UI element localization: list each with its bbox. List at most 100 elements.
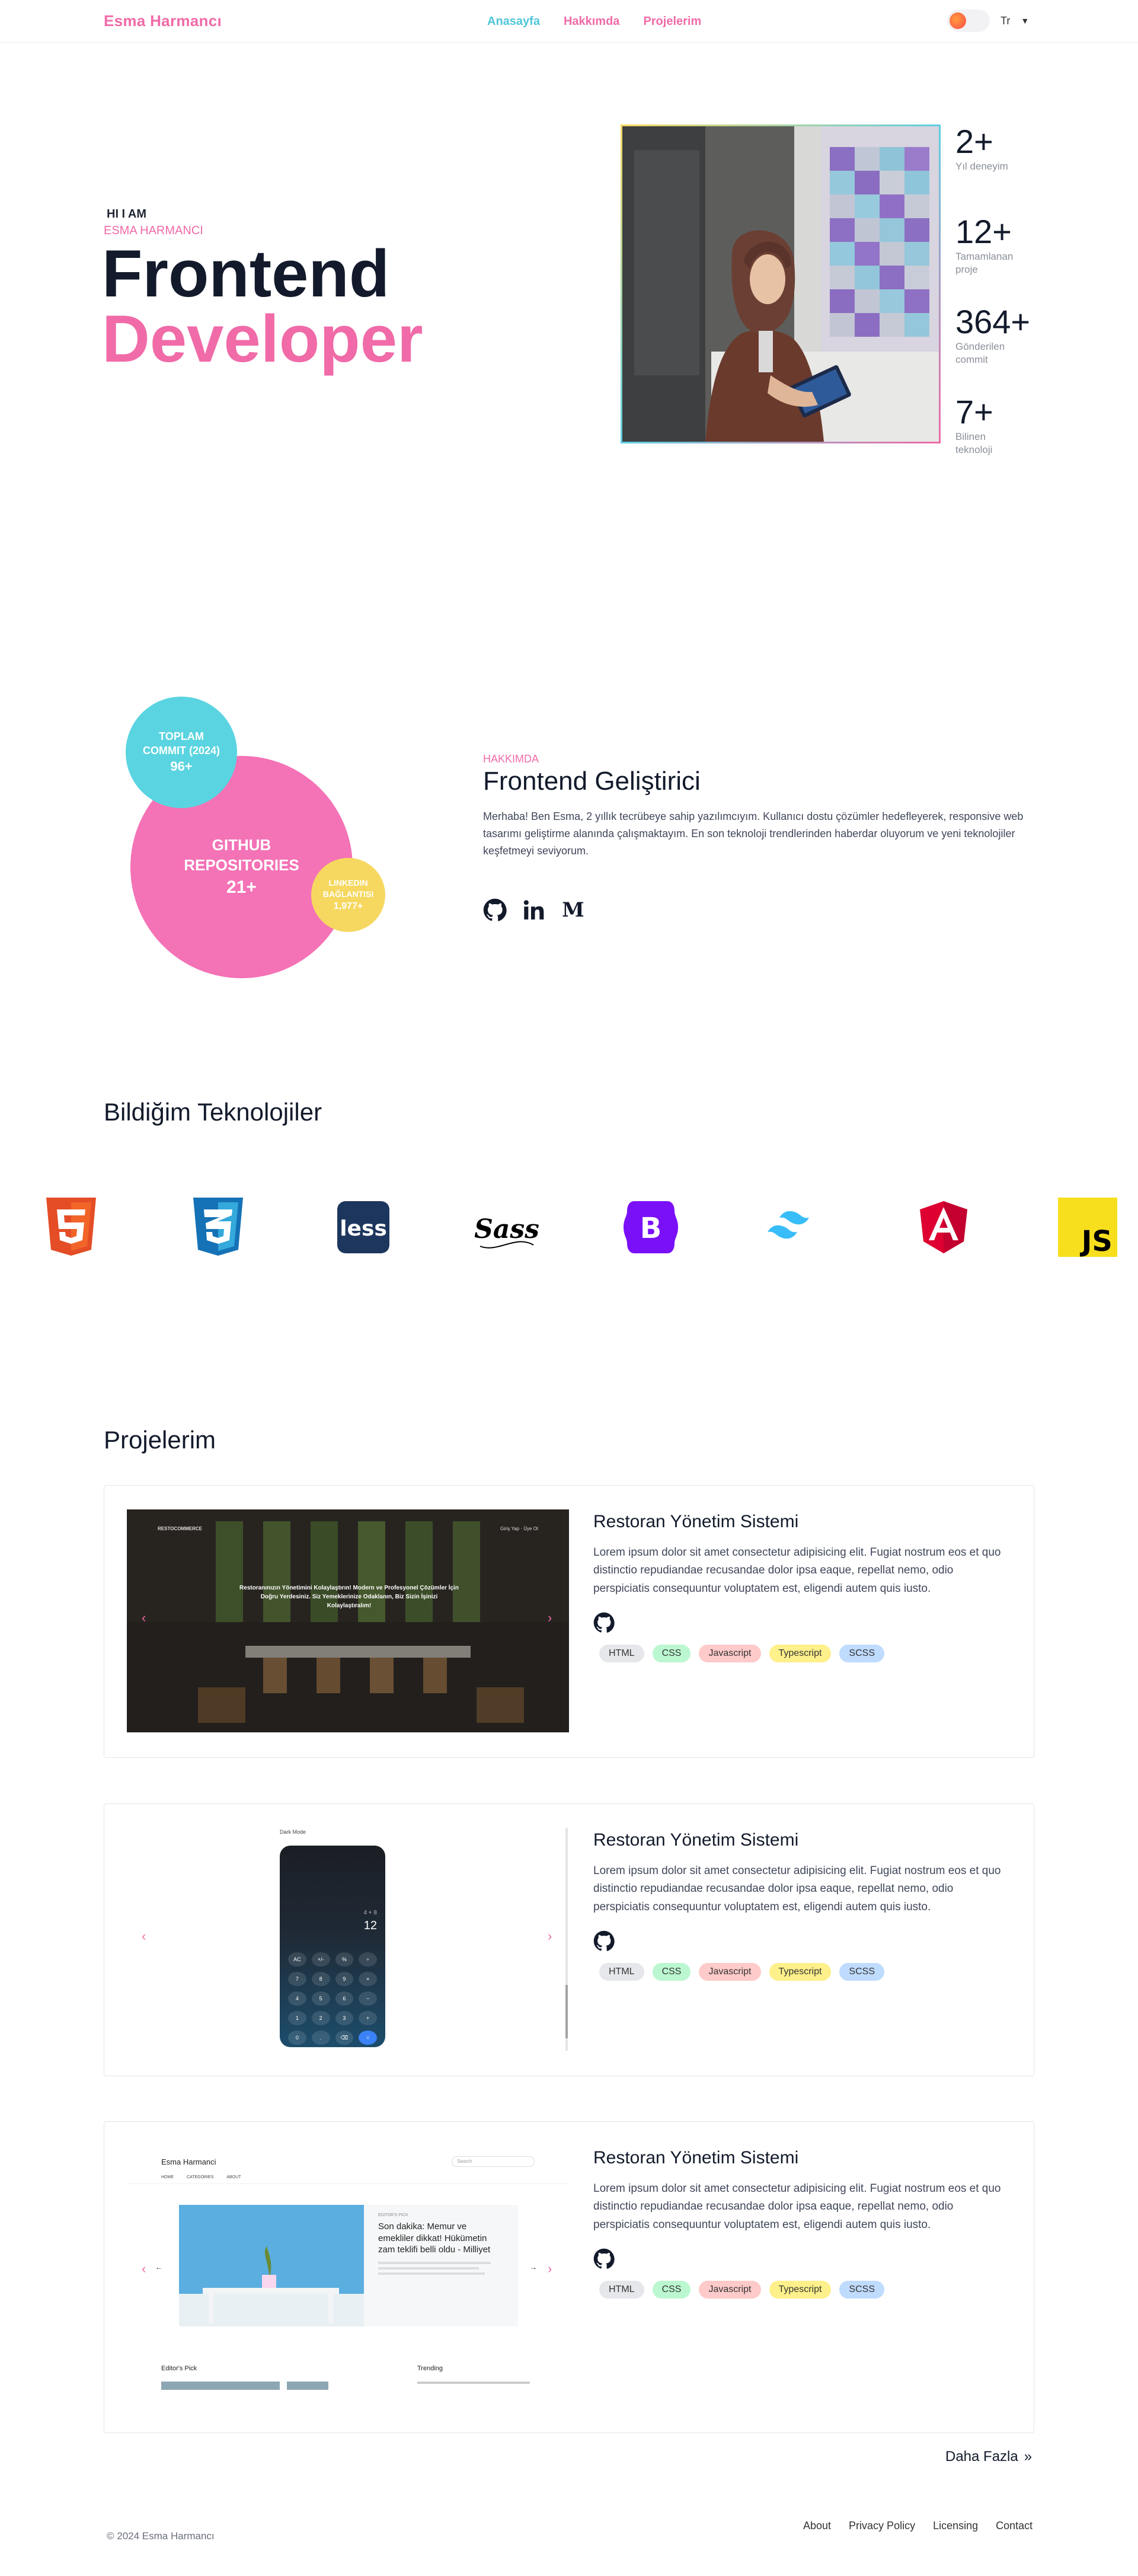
javascript-icon: JS	[1058, 1198, 1117, 1257]
project-card: Dark Mode 4 + 8 12 AC +/- % ÷ 7 8 9 × 4 …	[104, 1803, 1034, 2076]
calc-key[interactable]: %	[335, 1952, 354, 1967]
svg-text:B: B	[640, 1212, 662, 1245]
calc-key[interactable]: +/-	[311, 1952, 330, 1967]
stat-value: 2+	[955, 123, 993, 160]
language-select[interactable]: Tr	[1000, 15, 1010, 27]
news-prev-icon[interactable]: ←	[155, 2263, 162, 2271]
calc-key[interactable]: 6	[335, 1991, 354, 2006]
more-projects-label: Daha Fazla	[945, 2449, 1018, 2465]
project-tags: HTML CSS Javascript Typescript SCSS	[599, 1963, 884, 1981]
calc-key[interactable]: 7	[288, 1972, 306, 1986]
bubble-value: 21+	[226, 877, 257, 897]
news-search-input[interactable]: Search	[452, 2156, 535, 2167]
github-icon[interactable]	[593, 2248, 615, 2272]
nav-link-about[interactable]: Hakkımda	[564, 15, 620, 28]
calc-key[interactable]: −	[359, 1991, 377, 2006]
project-card: Esma Harmanci Search HOME CATEGORIES ABO…	[104, 2121, 1034, 2433]
news-menu-item[interactable]: CATEGORIES	[187, 2175, 213, 2179]
project-title: Restoran Yönetim Sistemi	[593, 1512, 799, 1531]
tag-css: CSS	[652, 2281, 691, 2299]
calc-key[interactable]: =	[359, 2031, 377, 2045]
stat-experience: 2+ Yıl deneyim	[955, 123, 1030, 213]
github-icon[interactable]	[593, 1930, 615, 1955]
news-excerpt-line	[378, 2261, 491, 2264]
hero-title-line2: Developer	[102, 302, 423, 376]
hero-title-line1: Frontend	[102, 237, 390, 311]
github-icon[interactable]	[483, 898, 507, 922]
bubble-label: LINKEDIN BAĞLANTISI	[322, 877, 374, 899]
carousel-prev-icon[interactable]: ‹	[142, 2261, 146, 2277]
footer-link-contact[interactable]: Contact	[996, 2520, 1032, 2532]
carousel-prev-icon[interactable]: ‹	[142, 1610, 146, 1626]
preview-logo: RESTOCOMMERCE	[158, 1526, 202, 1531]
calc-key[interactable]: 8	[311, 1972, 330, 1986]
footer-link-about[interactable]: About	[803, 2520, 831, 2532]
svg-text:M: M	[562, 898, 584, 922]
stat-label: Bilinen teknoloji	[955, 430, 993, 455]
chevrons-right-icon: »	[1024, 2449, 1032, 2465]
tag-html: HTML	[599, 1645, 644, 1662]
news-menu-item[interactable]: ABOUT	[226, 2175, 241, 2179]
svg-text:less: less	[340, 1217, 387, 1241]
footer-links: About Privacy Policy Licensing Contact	[803, 2520, 1032, 2532]
stat-value: 364+	[955, 303, 1031, 340]
calc-key[interactable]: 3	[335, 2011, 354, 2025]
sass-icon: Sass	[474, 1198, 539, 1257]
calc-key[interactable]: ⌫	[335, 2031, 354, 2045]
news-trending: Trending	[417, 2365, 443, 2372]
project-preview-calculator[interactable]: Dark Mode 4 + 8 12 AC +/- % ÷ 7 8 9 × 4 …	[127, 1828, 569, 2051]
main-nav: Anasayfa Hakkımda Projelerim	[487, 15, 701, 28]
stat-label: Yıl deneyim	[955, 160, 1008, 172]
tag-css: CSS	[652, 1963, 691, 1981]
scrollbar-thumb[interactable]	[565, 1985, 568, 2038]
calc-key[interactable]: ÷	[359, 1952, 377, 1967]
carousel-next-icon[interactable]: ›	[548, 2261, 552, 2277]
github-icon[interactable]	[593, 1612, 615, 1636]
angular-icon	[914, 1198, 973, 1257]
more-projects-link[interactable]: Daha Fazla »	[945, 2449, 1032, 2465]
carousel-prev-icon[interactable]: ‹	[142, 1929, 146, 1944]
news-pick-label: EDITOR'S PICK	[378, 2213, 408, 2217]
linkedin-connections-bubble: LINKEDIN BAĞLANTISI 1,977+	[311, 858, 385, 932]
nav-link-home[interactable]: Anasayfa	[487, 15, 540, 28]
technologies-carousel: less Sass B JS	[0, 1198, 1138, 1263]
calc-key[interactable]: 2	[311, 2011, 330, 2025]
top-navbar: Esma Harmancı Anasayfa Hakkımda Projeler…	[0, 0, 1138, 43]
footer-link-licensing[interactable]: Licensing	[933, 2520, 978, 2532]
calc-key[interactable]: 5	[311, 1991, 330, 2006]
chevron-down-icon[interactable]: ▼	[1021, 16, 1029, 25]
footer-link-privacy[interactable]: Privacy Policy	[849, 2520, 915, 2532]
calc-key[interactable]: ×	[359, 1972, 377, 1986]
carousel-next-icon[interactable]: ›	[548, 1610, 552, 1626]
calc-key[interactable]: 0	[288, 2031, 306, 2045]
nav-controls: Tr ▼	[947, 9, 1029, 32]
news-next-icon[interactable]: →	[530, 2263, 537, 2271]
project-preview-restaurant[interactable]: RESTOCOMMERCE Giriş Yap · Üye Ol Restora…	[127, 1509, 569, 1732]
css3-icon	[188, 1198, 248, 1257]
news-editors-pick: Editor's Pick	[161, 2365, 197, 2372]
calc-key[interactable]: AC	[288, 1952, 306, 1967]
brand-logo[interactable]: Esma Harmancı	[104, 12, 222, 30]
technologies-title: Bildiğim Teknolojiler	[104, 1098, 322, 1126]
calc-key[interactable]: .	[311, 2031, 330, 2045]
nav-link-projects[interactable]: Projelerim	[643, 15, 701, 28]
carousel-next-icon[interactable]: ›	[548, 1929, 552, 1944]
project-preview-news[interactable]: Esma Harmanci Search HOME CATEGORIES ABO…	[127, 2146, 569, 2406]
tag-scss: SCSS	[839, 1963, 884, 1981]
project-card: RESTOCOMMERCE Giriş Yap · Üye Ol Restora…	[104, 1485, 1034, 1758]
calc-key[interactable]: 1	[288, 2011, 306, 2025]
news-hero-image	[179, 2205, 364, 2326]
project-description: Lorem ipsum dolor sit amet consectetur a…	[593, 2182, 1001, 2231]
profile-photo	[621, 125, 941, 443]
medium-icon[interactable]: M	[561, 898, 585, 922]
theme-toggle[interactable]	[947, 9, 990, 32]
calc-key[interactable]: +	[359, 2011, 377, 2025]
preview-scrollbar[interactable]	[565, 1828, 568, 2051]
news-headline[interactable]: Son dakika: Memur ve emekliler dikkat! H…	[378, 2221, 504, 2256]
calc-key[interactable]: 4	[288, 1991, 306, 2006]
tag-scss: SCSS	[839, 2281, 884, 2299]
news-menu-item[interactable]: HOME	[161, 2175, 174, 2179]
preview-nav: Giriş Yap · Üye Ol	[500, 1526, 538, 1531]
linkedin-icon[interactable]	[522, 898, 546, 922]
calc-key[interactable]: 9	[335, 1972, 354, 1986]
